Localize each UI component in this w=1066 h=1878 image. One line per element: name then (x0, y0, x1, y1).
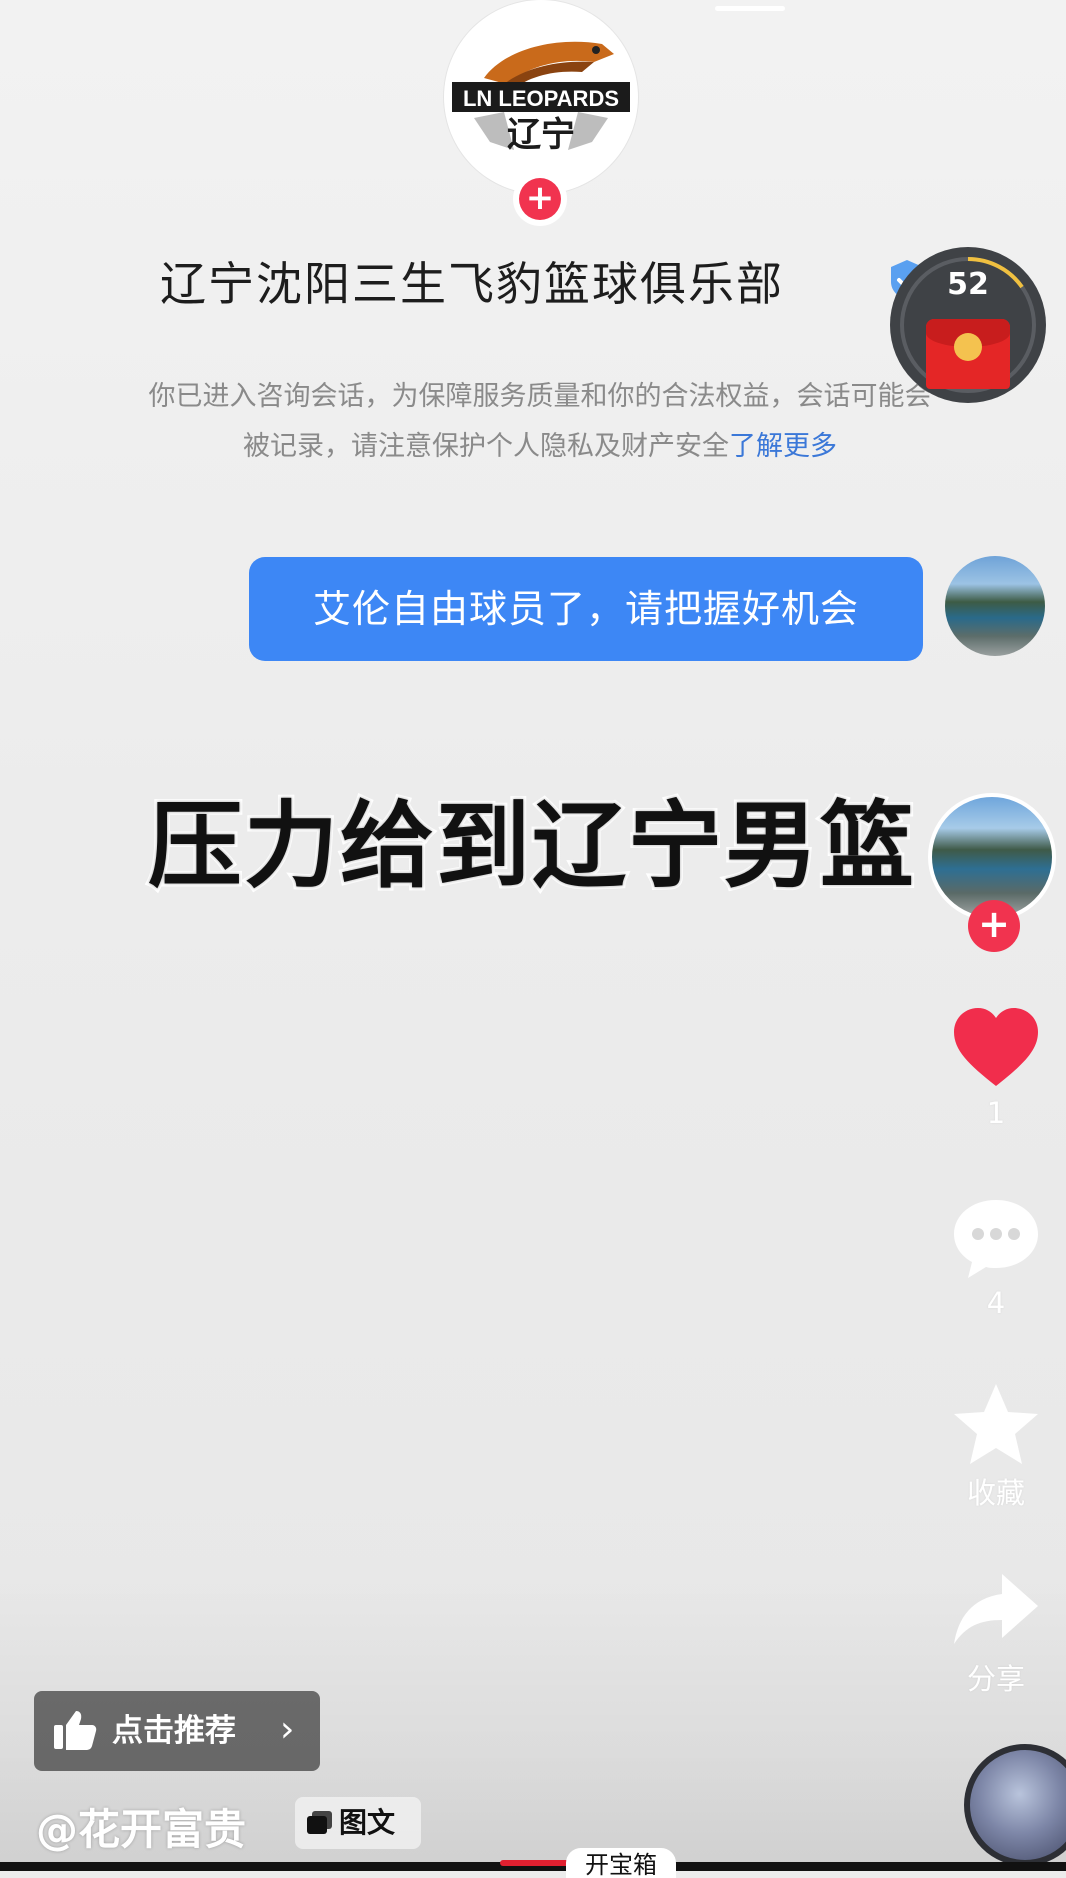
club-avatar[interactable]: LN LEOPARDS 辽宁 (444, 0, 638, 194)
learn-more-link[interactable]: 了解更多 (729, 431, 837, 462)
thumbs-up-icon (54, 1711, 97, 1750)
comment-icon[interactable] (948, 1190, 1044, 1286)
message-text: 艾伦自由球员了，请把握好机会 (312, 587, 859, 631)
image-text-icon (307, 1811, 332, 1834)
red-packet-widget[interactable]: 52 (890, 247, 1046, 403)
plus-icon: + (519, 178, 561, 220)
logo-text: LN LEOPARDS (463, 86, 619, 111)
author-handle[interactable]: @花开富贵 (36, 1796, 246, 1857)
message-bubble: 艾伦自由球员了，请把握好机会 (249, 557, 923, 661)
star-icon[interactable] (948, 1378, 1044, 1474)
heart-icon[interactable] (948, 1000, 1044, 1096)
comment-count: 4 (986, 1286, 1006, 1320)
treasure-box-tab[interactable]: 开宝箱 (566, 1848, 676, 1878)
post-type-label: 图文 (339, 1806, 396, 1839)
logo-cn-text: 辽宁 (507, 115, 575, 155)
recommend-button[interactable]: 点击推荐 › (34, 1691, 320, 1771)
bottom-accent (500, 1860, 570, 1866)
chevron-right-icon: › (280, 1709, 295, 1750)
top-indicator (715, 6, 785, 11)
coin-icon (954, 333, 982, 361)
red-packet-count: 52 (947, 267, 989, 302)
leopard-logo-icon: LN LEOPARDS 辽宁 (452, 41, 630, 155)
club-name: 辽宁沈阳三生飞豹篮球俱乐部 (160, 257, 784, 311)
sender-avatar[interactable] (945, 556, 1045, 656)
video-caption: 压力给到辽宁男篮 (145, 789, 917, 904)
creator-follow-button[interactable]: + (968, 900, 1020, 952)
post-type-badge: 图文 (295, 1797, 421, 1849)
recommend-label: 点击推荐 (112, 1713, 236, 1749)
share-icon[interactable] (948, 1562, 1044, 1658)
club-follow-button[interactable]: + (513, 172, 567, 226)
favorite-label: 收藏 (966, 1476, 1025, 1510)
session-notice: 你已进入咨询会话，为保障服务质量和你的合法权益，会话可能会被记录，请注意保护个人… (140, 372, 940, 472)
share-label: 分享 (966, 1662, 1025, 1696)
like-count: 1 (986, 1096, 1006, 1130)
